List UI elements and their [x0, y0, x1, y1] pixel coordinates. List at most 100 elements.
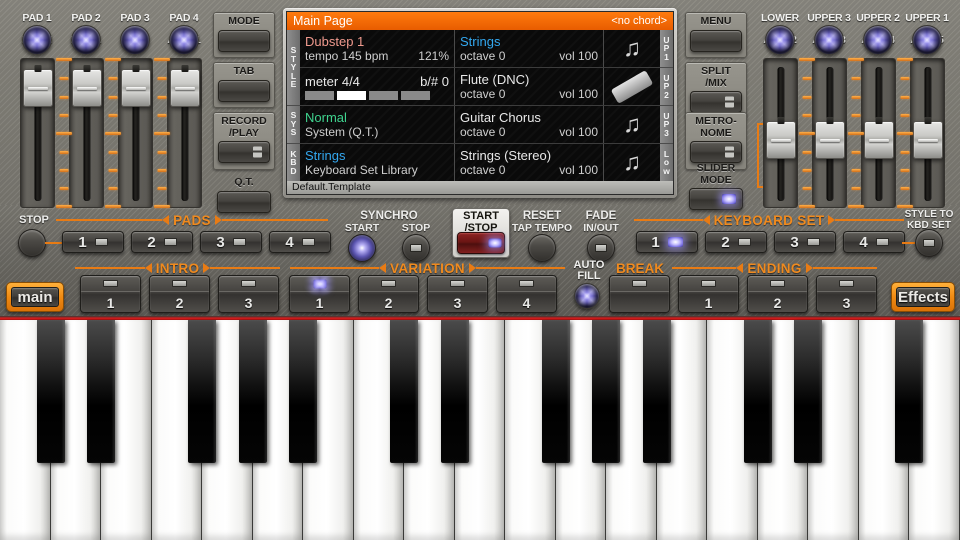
- black-key-F#[interactable]: [188, 320, 216, 463]
- slider-mode-button[interactable]: [689, 188, 743, 210]
- fade-in-out-button[interactable]: [587, 234, 615, 262]
- record-play-button-group[interactable]: RECORD /PLAY: [213, 112, 275, 170]
- lcd-low-cell[interactable]: Strings (Stereo) octave 0 vol 100: [455, 144, 604, 181]
- led-button-pad2-perc[interactable]: [71, 25, 101, 55]
- intro-button-1[interactable]: 1: [80, 275, 141, 313]
- black-key-F#[interactable]: [542, 320, 570, 463]
- keyboard-set-button-4[interactable]: 4: [843, 231, 905, 253]
- split-mix-button[interactable]: [690, 91, 742, 113]
- led-button-pad1-drum[interactable]: [22, 25, 52, 55]
- lcd-tab-style[interactable]: S T Y L E: [287, 30, 300, 106]
- lcd-tab-sys[interactable]: S Y S: [287, 106, 300, 144]
- start-stop-button-group[interactable]: START /STOP: [452, 208, 510, 258]
- variation-button-3[interactable]: 3: [427, 275, 488, 313]
- black-key-C#[interactable]: [744, 320, 772, 463]
- main-button[interactable]: main: [6, 282, 64, 312]
- fader-track-lower[interactable]: [763, 58, 798, 208]
- variation-button-4[interactable]: 4: [496, 275, 557, 313]
- lcd-part-low[interactable]: L o w: [660, 144, 673, 181]
- black-key-A#[interactable]: [643, 320, 671, 463]
- led-button-upper2-acc4[interactable]: [863, 25, 893, 55]
- lcd-system-cell[interactable]: Normal System (Q.T.): [300, 106, 455, 143]
- lcd-up1-cell[interactable]: Strings octave 0 vol 100: [455, 30, 604, 67]
- black-key-D#[interactable]: [794, 320, 822, 463]
- black-key-D#[interactable]: [87, 320, 115, 463]
- black-key-C#[interactable]: [37, 320, 65, 463]
- fader-knob-upper1[interactable]: [913, 121, 943, 159]
- qt-button[interactable]: [217, 191, 271, 213]
- lcd-up2-params: octave 0 vol 100: [460, 87, 598, 101]
- lcd-style-cell[interactable]: Dubstep 1 tempo 145 bpm 121%: [300, 30, 455, 67]
- fader-track-upper3[interactable]: [812, 58, 847, 208]
- lcd-part-up1[interactable]: U P 1: [660, 30, 673, 68]
- synchro-stop-button[interactable]: [402, 234, 430, 262]
- black-key-D#[interactable]: [441, 320, 469, 463]
- fader-track-pad3[interactable]: [118, 58, 153, 208]
- slider-mode-button-group[interactable]: SLIDER MODE: [685, 160, 747, 206]
- tab-button-group[interactable]: TAB: [213, 62, 275, 108]
- pad-button-2[interactable]: 2: [131, 231, 193, 253]
- fader-knob-upper2[interactable]: [864, 121, 894, 159]
- fader-knob-pad4[interactable]: [170, 69, 200, 107]
- ending-button-1[interactable]: 1: [678, 275, 739, 313]
- effects-button[interactable]: Effects: [891, 282, 955, 312]
- tab-button[interactable]: [218, 80, 270, 102]
- start-stop-button[interactable]: [457, 232, 505, 254]
- stop-button[interactable]: [18, 229, 46, 257]
- black-key-G#[interactable]: [592, 320, 620, 463]
- qt-button-group[interactable]: Q.T.: [213, 174, 275, 208]
- menu-button[interactable]: [690, 30, 742, 52]
- tap-tempo-label: TAP TEMPO: [507, 222, 577, 234]
- fader-track-pad1[interactable]: [20, 58, 55, 208]
- fader-knob-lower[interactable]: [766, 121, 796, 159]
- ending-button-2[interactable]: 2: [747, 275, 808, 313]
- lcd-tab-kbd[interactable]: K B D: [287, 144, 300, 181]
- fader-knob-pad1[interactable]: [23, 69, 53, 107]
- led-button-pad3-bass[interactable]: [120, 25, 150, 55]
- variation-button-1[interactable]: 1: [289, 275, 350, 313]
- synchro-start-button[interactable]: [348, 234, 376, 262]
- ending-button-3[interactable]: 3: [816, 275, 877, 313]
- black-key-C#[interactable]: [390, 320, 418, 463]
- black-key-F#[interactable]: [895, 320, 923, 463]
- fader-track-pad4[interactable]: [167, 58, 202, 208]
- lcd-screen[interactable]: Main Page <no chord> S T Y L E S Y S K B…: [286, 11, 674, 195]
- intro-button-2[interactable]: 2: [149, 275, 210, 313]
- lcd-part-up3[interactable]: U P 3: [660, 106, 673, 144]
- lcd-part-up2[interactable]: U P 2: [660, 68, 673, 106]
- keyboard-set-button-2[interactable]: 2: [705, 231, 767, 253]
- pad-button-1[interactable]: 1: [62, 231, 124, 253]
- lcd-meter-cell[interactable]: meter 4/4 b/# 0: [300, 68, 455, 105]
- variation-button-2[interactable]: 2: [358, 275, 419, 313]
- metronome-label: METRO- NOME: [686, 113, 746, 141]
- fader-track-pad2[interactable]: [69, 58, 104, 208]
- lcd-kbdset-cell[interactable]: Strings Keyboard Set Library: [300, 144, 455, 181]
- led-button-lower-acc2[interactable]: [765, 25, 795, 55]
- fader-track-upper1[interactable]: [910, 58, 945, 208]
- pad-button-4[interactable]: 4: [269, 231, 331, 253]
- fader-knob-pad3[interactable]: [121, 69, 151, 107]
- mode-button-group[interactable]: MODE: [213, 12, 275, 58]
- lcd-up2-cell[interactable]: Flute (DNC) octave 0 vol 100: [455, 68, 604, 105]
- fader-knob-pad2[interactable]: [72, 69, 102, 107]
- led-button-upper1-acc5[interactable]: [912, 25, 942, 55]
- black-key-A#[interactable]: [289, 320, 317, 463]
- pad-button-3[interactable]: 3: [200, 231, 262, 253]
- keyboard-set-button-3[interactable]: 3: [774, 231, 836, 253]
- led-button-pad4-acc1[interactable]: [169, 25, 199, 55]
- fader-track-upper2[interactable]: [861, 58, 896, 208]
- menu-button-group[interactable]: MENU: [685, 12, 747, 58]
- auto-fill-button[interactable]: [574, 283, 600, 309]
- keyboard-set-button-1[interactable]: 1: [636, 231, 698, 253]
- fader-knob-upper3[interactable]: [815, 121, 845, 159]
- break-button[interactable]: [609, 275, 670, 313]
- style-to-kbd-set-button[interactable]: [915, 229, 943, 257]
- black-key-G#[interactable]: [239, 320, 267, 463]
- intro-button-3[interactable]: 3: [218, 275, 279, 313]
- mode-button[interactable]: [218, 30, 270, 52]
- reset-tap-tempo-button[interactable]: [528, 234, 556, 262]
- led-button-upper3-acc3[interactable]: [814, 25, 844, 55]
- record-play-button[interactable]: [218, 141, 270, 163]
- piano-keyboard[interactable]: [0, 320, 960, 540]
- lcd-up3-cell[interactable]: Guitar Chorus octave 0 vol 100: [455, 106, 604, 143]
